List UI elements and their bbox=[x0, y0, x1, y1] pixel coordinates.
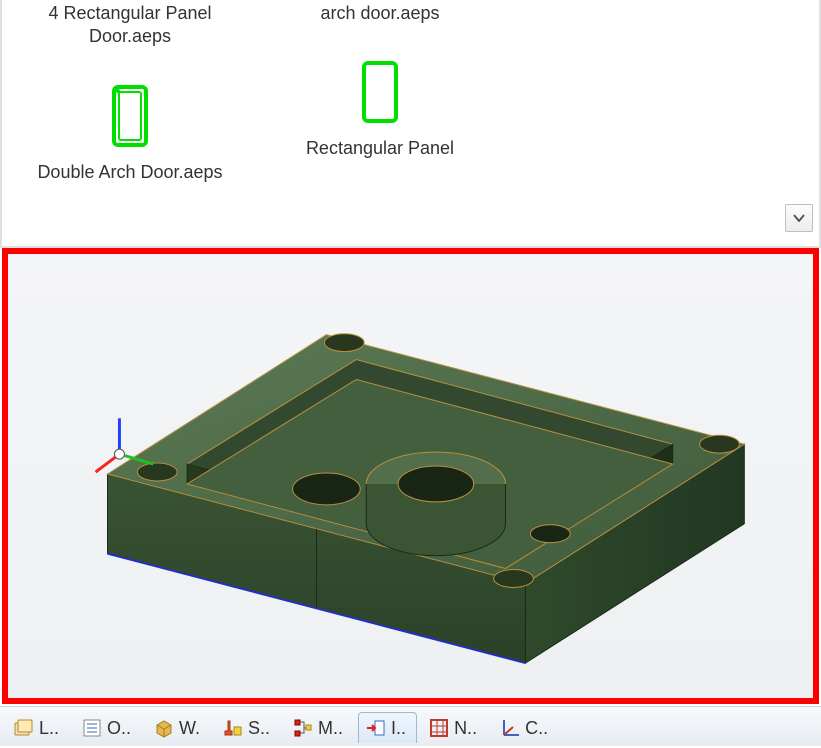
file-thumb-item[interactable]: Rectangular Panel bbox=[306, 29, 454, 160]
door-template-icon bbox=[362, 61, 398, 123]
file-thumb-item[interactable]: Double Arch Door.aeps bbox=[37, 53, 222, 184]
tab-label: S.. bbox=[248, 718, 270, 739]
tab-coordinate[interactable]: C.. bbox=[492, 712, 559, 743]
model-viewport[interactable] bbox=[2, 248, 819, 704]
tab-label: W. bbox=[179, 718, 200, 739]
settings-icon bbox=[222, 717, 244, 739]
tab-label: N.. bbox=[454, 718, 477, 739]
tab-label: M.. bbox=[318, 718, 343, 739]
tab-label: I.. bbox=[391, 718, 406, 739]
tab-label: L.. bbox=[39, 718, 59, 739]
file-label: Rectangular Panel bbox=[306, 137, 454, 160]
tab-outline[interactable]: O.. bbox=[74, 712, 142, 743]
coord-icon bbox=[499, 717, 521, 739]
import-icon bbox=[365, 717, 387, 739]
chevron-down-icon bbox=[793, 214, 805, 222]
door-template-icon bbox=[112, 85, 148, 147]
layers-icon bbox=[13, 717, 35, 739]
outline-icon bbox=[81, 717, 103, 739]
file-label: 4 Rectangular Panel Door.aeps bbox=[30, 0, 230, 53]
net-icon bbox=[428, 717, 450, 739]
bottom-tab-bar: L.. O.. W. S.. M.. I.. N.. bbox=[0, 706, 821, 746]
tab-nesting[interactable]: N.. bbox=[421, 712, 488, 743]
tree-icon bbox=[292, 717, 314, 739]
file-thumb-col-2: arch door.aeps Rectangular Panel bbox=[280, 0, 480, 184]
file-label: Double Arch Door.aeps bbox=[37, 161, 222, 184]
file-label: arch door.aeps bbox=[320, 0, 439, 29]
tab-machining[interactable]: M.. bbox=[285, 712, 354, 743]
tab-import[interactable]: I.. bbox=[358, 712, 417, 743]
tab-workpiece[interactable]: W. bbox=[146, 712, 211, 743]
tab-layers[interactable]: L.. bbox=[6, 712, 70, 743]
tab-label: O.. bbox=[107, 718, 131, 739]
tab-setup[interactable]: S.. bbox=[215, 712, 281, 743]
tab-label: C.. bbox=[525, 718, 548, 739]
box-icon bbox=[153, 717, 175, 739]
model-render bbox=[8, 254, 813, 698]
file-thumb-grid: 4 Rectangular Panel Door.aeps Double Arc… bbox=[12, 0, 809, 184]
file-browser-panel: 4 Rectangular Panel Door.aeps Double Arc… bbox=[0, 0, 821, 248]
scroll-down-button[interactable] bbox=[785, 204, 813, 232]
file-thumb-col-1: 4 Rectangular Panel Door.aeps Double Arc… bbox=[30, 0, 230, 184]
